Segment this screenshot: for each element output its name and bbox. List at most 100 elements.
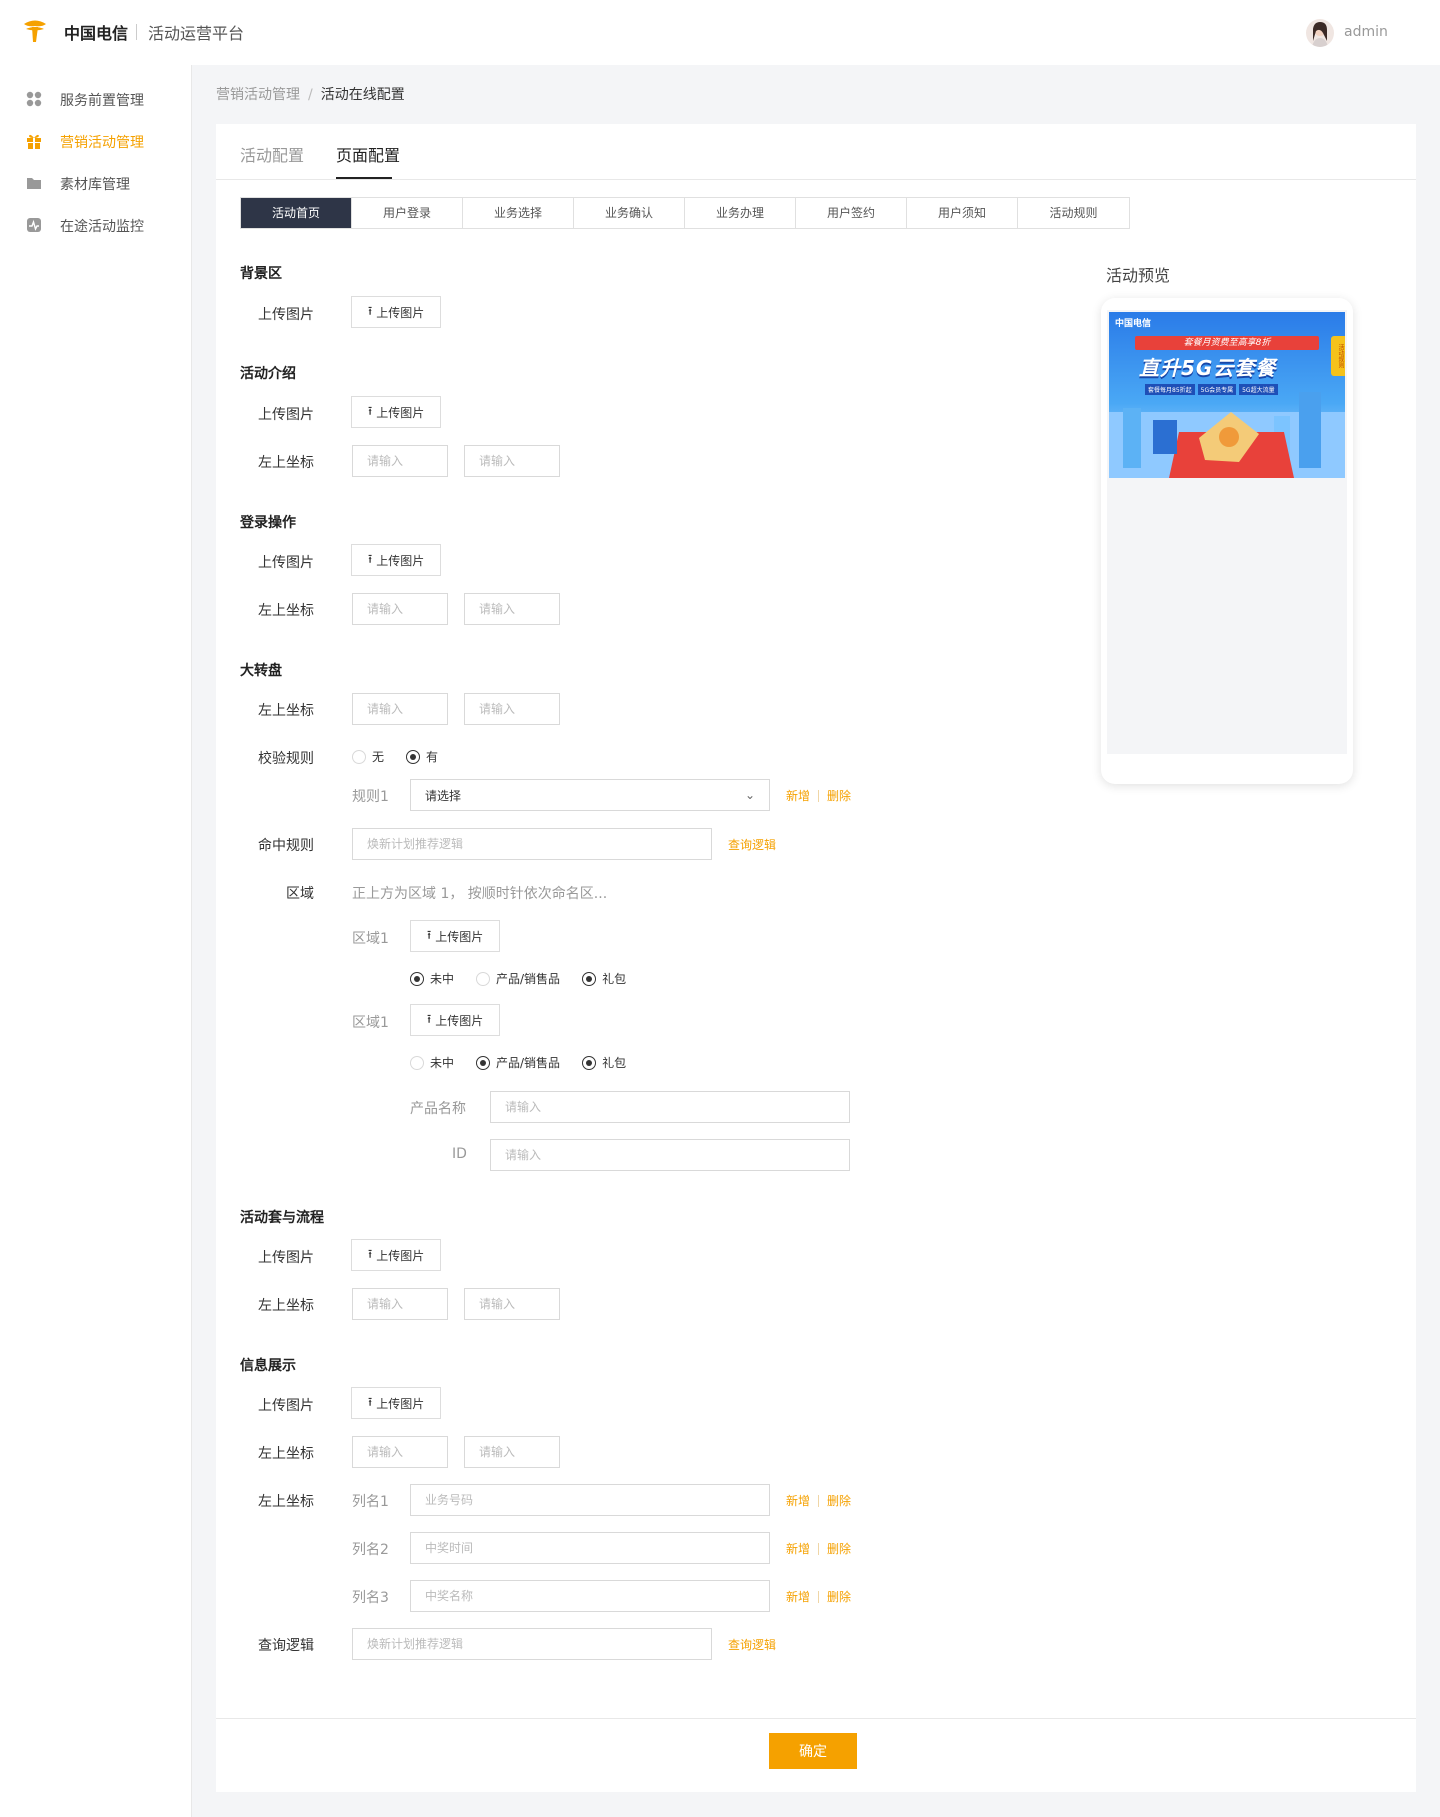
breadcrumb-parent[interactable]: 营销活动管理 bbox=[216, 87, 300, 103]
coord-x-input[interactable] bbox=[352, 445, 448, 477]
sidebar-item-label: 营销活动管理 bbox=[60, 135, 144, 151]
add-rule-button[interactable]: 新增 bbox=[786, 789, 810, 803]
subtab-business-handle[interactable]: 业务办理 bbox=[685, 198, 796, 228]
radio-checked-icon bbox=[410, 971, 424, 986]
validation-radio-none[interactable]: 无 bbox=[352, 748, 384, 765]
platform-name: 活动运营平台 bbox=[148, 24, 245, 43]
query-logic-link[interactable]: 查询逻辑 bbox=[728, 836, 776, 853]
gift-icon bbox=[27, 134, 41, 149]
upload-label: 上传图片 bbox=[258, 555, 314, 571]
region-2-radio-product[interactable]: 产品/销售品 bbox=[476, 1054, 560, 1071]
delete-rule-button[interactable]: 删除 bbox=[827, 789, 851, 803]
query-logic-link[interactable]: 查询逻辑 bbox=[728, 1636, 776, 1653]
coord-x-input[interactable] bbox=[352, 1436, 448, 1468]
delete-column-button[interactable]: 删除 bbox=[827, 1542, 851, 1556]
region-1-radio-gift[interactable]: 礼包 bbox=[582, 970, 626, 987]
brand-divider bbox=[136, 24, 137, 40]
sidebar-item-monitor[interactable]: 在途活动监控 bbox=[0, 205, 192, 245]
column-1-label: 列名1 bbox=[352, 1494, 389, 1510]
brand-name: 中国电信 bbox=[64, 24, 129, 43]
rule-select-placeholder: 请选择 bbox=[425, 788, 462, 803]
radio-checked-icon bbox=[582, 971, 597, 986]
coord-y-input[interactable] bbox=[464, 593, 560, 625]
banner-tag: 5G会员专属 bbox=[1197, 384, 1237, 395]
column-2-label: 列名2 bbox=[352, 1542, 389, 1558]
radio-label: 有 bbox=[426, 750, 439, 764]
radio-label: 未中 bbox=[430, 972, 455, 986]
column-3-input[interactable] bbox=[410, 1580, 770, 1612]
region-1-radio-miss[interactable]: 未中 bbox=[410, 970, 454, 987]
rule-select[interactable]: 请选择 ⌄ bbox=[410, 779, 770, 811]
breadcrumb: 营销活动管理 / 活动在线配置 bbox=[216, 84, 405, 104]
upload-button[interactable]: ⭱ 上传图片 bbox=[351, 1387, 442, 1419]
add-column-button[interactable]: 新增 bbox=[786, 1494, 810, 1508]
product-id-input[interactable] bbox=[490, 1139, 850, 1171]
validation-radio-yes[interactable]: 有 bbox=[406, 748, 438, 765]
subtab-activity-rules[interactable]: 活动规则 bbox=[1018, 198, 1129, 228]
coord-x-input[interactable] bbox=[352, 1288, 448, 1320]
subtab-home[interactable]: 活动首页 bbox=[241, 198, 352, 228]
link-divider bbox=[818, 1495, 820, 1507]
coord-y-input[interactable] bbox=[464, 1436, 560, 1468]
region-2-upload-button[interactable]: ⭱ 上传图片 bbox=[410, 1004, 501, 1036]
upload-icon: ⭱ bbox=[427, 1011, 432, 1026]
subtab-business-confirm[interactable]: 业务确认 bbox=[574, 198, 685, 228]
coord-x-input[interactable] bbox=[352, 693, 448, 725]
column-3-label: 列名3 bbox=[352, 1590, 389, 1606]
upload-button[interactable]: ⭱ 上传图片 bbox=[351, 544, 442, 576]
radio-unchecked-icon bbox=[352, 749, 366, 764]
avatar[interactable] bbox=[1306, 19, 1334, 47]
coord-y-input[interactable] bbox=[464, 445, 560, 477]
column-1-input[interactable] bbox=[410, 1484, 770, 1516]
subtab-user-notice[interactable]: 用户须知 bbox=[907, 198, 1018, 228]
region-2-radio-group: 未中 产品/销售品 礼包 bbox=[410, 1054, 626, 1071]
upload-button[interactable]: ⭱ 上传图片 bbox=[351, 396, 442, 428]
subtab-business-select[interactable]: 业务选择 bbox=[463, 198, 574, 228]
radio-label: 产品/销售品 bbox=[496, 1056, 561, 1070]
coord-y-input[interactable] bbox=[464, 693, 560, 725]
upload-button-label: 上传图片 bbox=[376, 1396, 425, 1411]
delete-column-button[interactable]: 删除 bbox=[827, 1590, 851, 1604]
subtab-login[interactable]: 用户登录 bbox=[352, 198, 463, 228]
preview-title: 活动预览 bbox=[1106, 266, 1171, 285]
active-tab-indicator bbox=[336, 177, 392, 179]
upload-button-label: 上传图片 bbox=[435, 1013, 484, 1028]
column-1-actions: 新增 删除 bbox=[786, 1492, 851, 1509]
coord-label: 左上坐标 bbox=[258, 1298, 314, 1314]
banner-side-badge[interactable]: 活动规则 bbox=[1331, 336, 1345, 376]
column-2-actions: 新增 删除 bbox=[786, 1540, 851, 1557]
validation-radio-group: 无 有 bbox=[352, 748, 438, 765]
sidebar-item-label: 在途活动监控 bbox=[60, 219, 144, 235]
username[interactable]: admin bbox=[1344, 24, 1388, 40]
add-column-button[interactable]: 新增 bbox=[786, 1542, 810, 1556]
sidebar-item-assets[interactable]: 素材库管理 bbox=[0, 163, 192, 203]
link-divider bbox=[818, 1543, 820, 1555]
radio-label: 礼包 bbox=[602, 1056, 627, 1070]
section-title-background: 背景区 bbox=[240, 266, 282, 282]
upload-icon: ⭱ bbox=[368, 551, 373, 566]
hit-rule-input[interactable] bbox=[352, 828, 712, 860]
coord-x-input[interactable] bbox=[352, 593, 448, 625]
coord-y-input[interactable] bbox=[464, 1288, 560, 1320]
upload-button[interactable]: ⭱ 上传图片 bbox=[351, 1239, 442, 1271]
sidebar-item-service[interactable]: 服务前置管理 bbox=[0, 79, 192, 119]
upload-button[interactable]: ⭱ 上传图片 bbox=[351, 296, 442, 328]
region-2-radio-miss[interactable]: 未中 bbox=[410, 1054, 454, 1071]
region-1-radio-product[interactable]: 产品/销售品 bbox=[476, 970, 560, 987]
subtab-user-sign[interactable]: 用户签约 bbox=[796, 198, 907, 228]
tab-activity-config[interactable]: 活动配置 bbox=[240, 142, 304, 166]
region-1-upload-button[interactable]: ⭱ 上传图片 bbox=[410, 920, 501, 952]
banner-title: 直升5G云套餐 bbox=[1139, 356, 1277, 380]
region-2-radio-gift[interactable]: 礼包 bbox=[582, 1054, 626, 1071]
radio-label: 未中 bbox=[430, 1056, 455, 1070]
breadcrumb-current: 活动在线配置 bbox=[320, 87, 405, 103]
delete-column-button[interactable]: 删除 bbox=[827, 1494, 851, 1508]
confirm-button[interactable]: 确定 bbox=[769, 1733, 857, 1769]
column-2-input[interactable] bbox=[410, 1532, 770, 1564]
tab-page-config[interactable]: 页面配置 bbox=[336, 142, 400, 166]
query-logic-input[interactable] bbox=[352, 1628, 712, 1660]
add-column-button[interactable]: 新增 bbox=[786, 1590, 810, 1604]
sidebar-item-marketing[interactable]: 营销活动管理 bbox=[0, 121, 192, 161]
upload-icon: ⭱ bbox=[368, 1394, 373, 1409]
product-name-input[interactable] bbox=[490, 1091, 850, 1123]
